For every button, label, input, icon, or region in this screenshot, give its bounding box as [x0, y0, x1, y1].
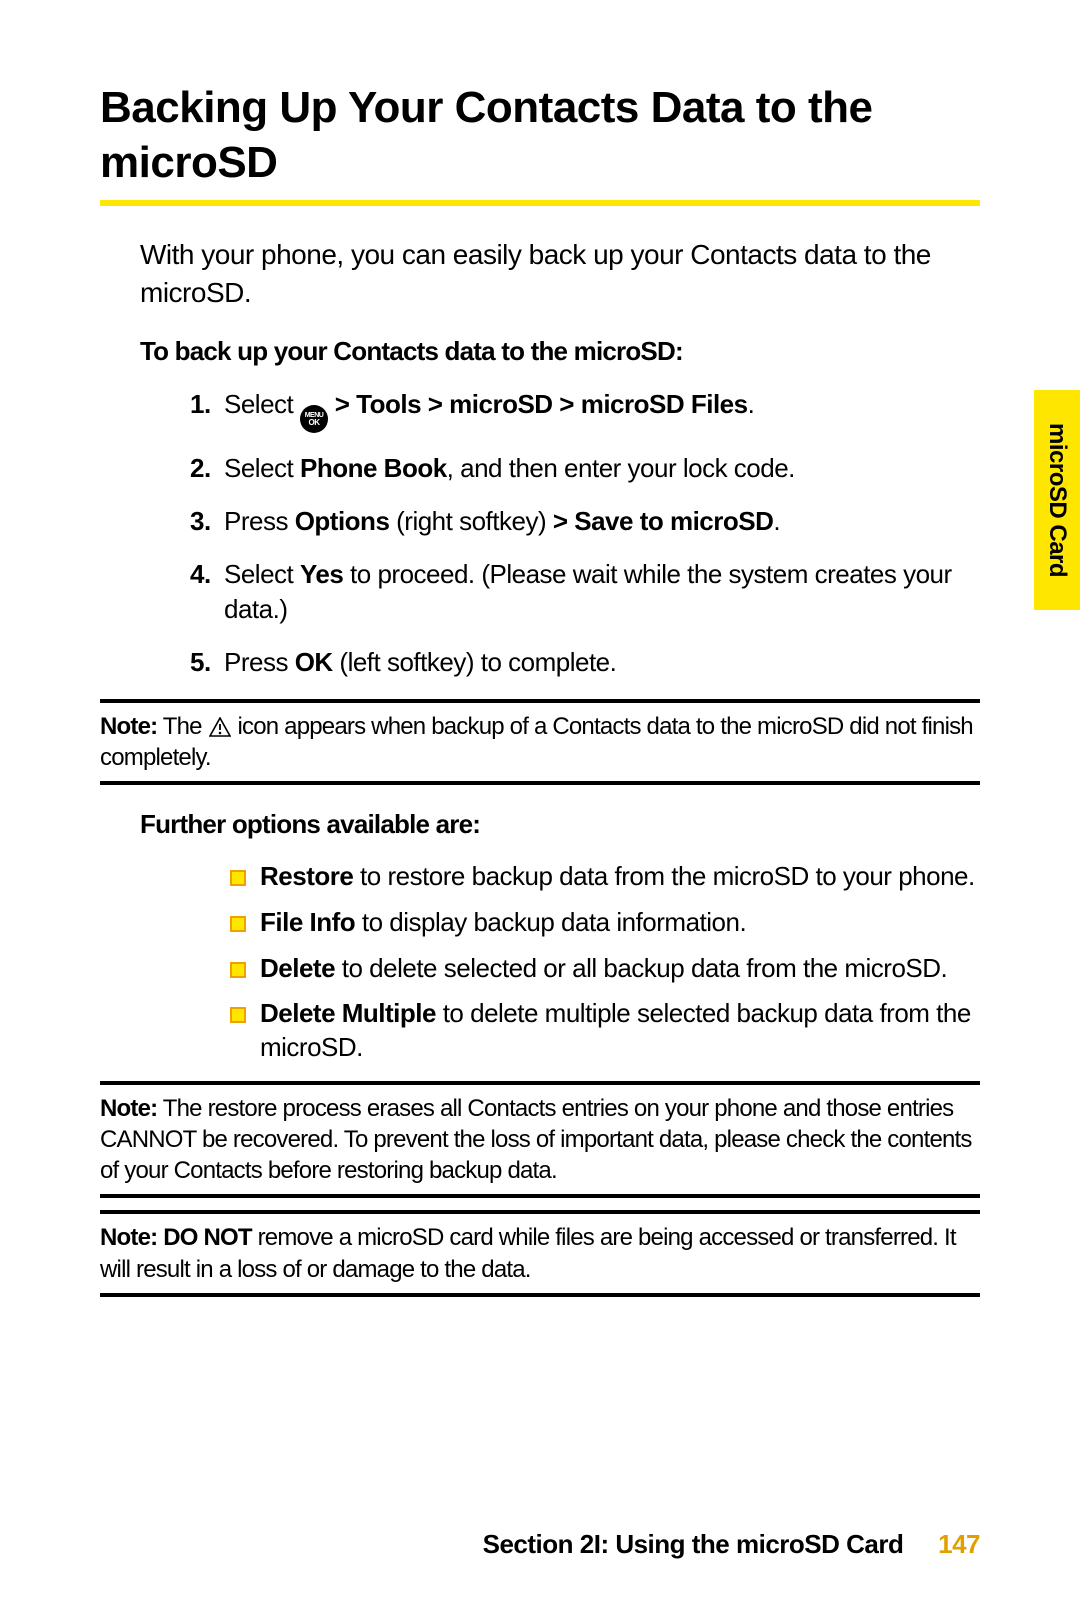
option-delete-multiple: Delete Multiple to delete multiple selec…: [230, 997, 980, 1065]
step-1: 1. Select MENUOK > Tools > microSD > mic…: [190, 387, 980, 434]
option-fileinfo: File Info to display backup data informa…: [230, 906, 980, 940]
note-incomplete: Note: The icon appears when backup of a …: [100, 699, 980, 785]
bullet-icon: [230, 916, 246, 932]
step-text: Select MENUOK > Tools > microSD > microS…: [224, 387, 980, 434]
step-num: 5.: [190, 645, 224, 680]
step-3: 3. Press Options (right softkey) > Save …: [190, 504, 980, 539]
step-4: 4. Select Yes to proceed. (Please wait w…: [190, 557, 980, 627]
warning-icon: [208, 716, 232, 738]
footer: Section 2I: Using the microSD Card 147: [483, 1529, 980, 1560]
step-num: 4.: [190, 557, 224, 627]
step-5: 5. Press OK (left softkey) to complete.: [190, 645, 980, 680]
bullet-icon: [230, 870, 246, 886]
step-text: Select Phone Book, and then enter your l…: [224, 451, 980, 486]
subhead-backup: To back up your Contacts data to the mic…: [140, 336, 980, 367]
step-text: Select Yes to proceed. (Please wait whil…: [224, 557, 980, 627]
page-number: 147: [938, 1529, 980, 1559]
options-list: Restore to restore backup data from the …: [230, 860, 980, 1065]
title-rule: [100, 200, 980, 206]
footer-section: Section 2I: Using the microSD Card: [483, 1529, 904, 1559]
intro-text: With your phone, you can easily back up …: [140, 236, 980, 312]
bullet-icon: [230, 962, 246, 978]
bullet-icon: [230, 1007, 246, 1023]
step-2: 2. Select Phone Book, and then enter you…: [190, 451, 980, 486]
note-restore-warning: Note: The restore process erases all Con…: [100, 1081, 980, 1199]
page-title: Backing Up Your Contacts Data to the mic…: [100, 80, 980, 190]
option-restore: Restore to restore backup data from the …: [230, 860, 980, 894]
menu-ok-icon: MENUOK: [300, 405, 328, 433]
option-delete: Delete to delete selected or all backup …: [230, 952, 980, 986]
page-body: Backing Up Your Contacts Data to the mic…: [0, 0, 1080, 1381]
step-text: Press OK (left softkey) to complete.: [224, 645, 980, 680]
subhead-further: Further options available are:: [140, 809, 980, 840]
note-do-not-remove: Note: DO NOT remove a microSD card while…: [100, 1210, 980, 1296]
step-num: 1.: [190, 387, 224, 434]
step-text: Press Options (right softkey) > Save to …: [224, 504, 980, 539]
step-num: 2.: [190, 451, 224, 486]
step-num: 3.: [190, 504, 224, 539]
steps-list: 1. Select MENUOK > Tools > microSD > mic…: [190, 387, 980, 681]
